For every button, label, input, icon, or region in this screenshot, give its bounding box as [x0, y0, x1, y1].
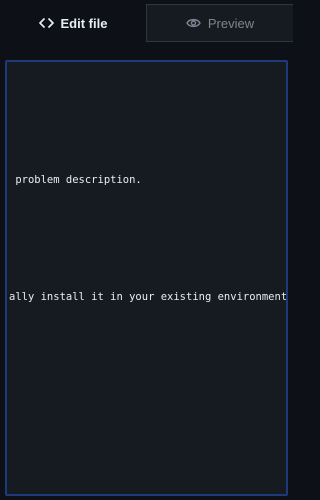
tab-edit-file[interactable]: Edit file — [0, 4, 146, 42]
editor-line: ally install it in your existing environ… — [9, 291, 288, 303]
code-icon — [38, 17, 54, 29]
tab-edit-file-label: Edit file — [60, 15, 108, 31]
editor-line: problem description. — [9, 174, 142, 186]
code-editor[interactable]: problem description. ally install it in … — [5, 60, 288, 496]
tab-preview[interactable]: Preview — [146, 4, 293, 42]
tab-preview-label: Preview — [207, 15, 255, 31]
eye-icon — [186, 17, 201, 29]
editor-tab-bar: Edit file Preview — [0, 0, 293, 46]
